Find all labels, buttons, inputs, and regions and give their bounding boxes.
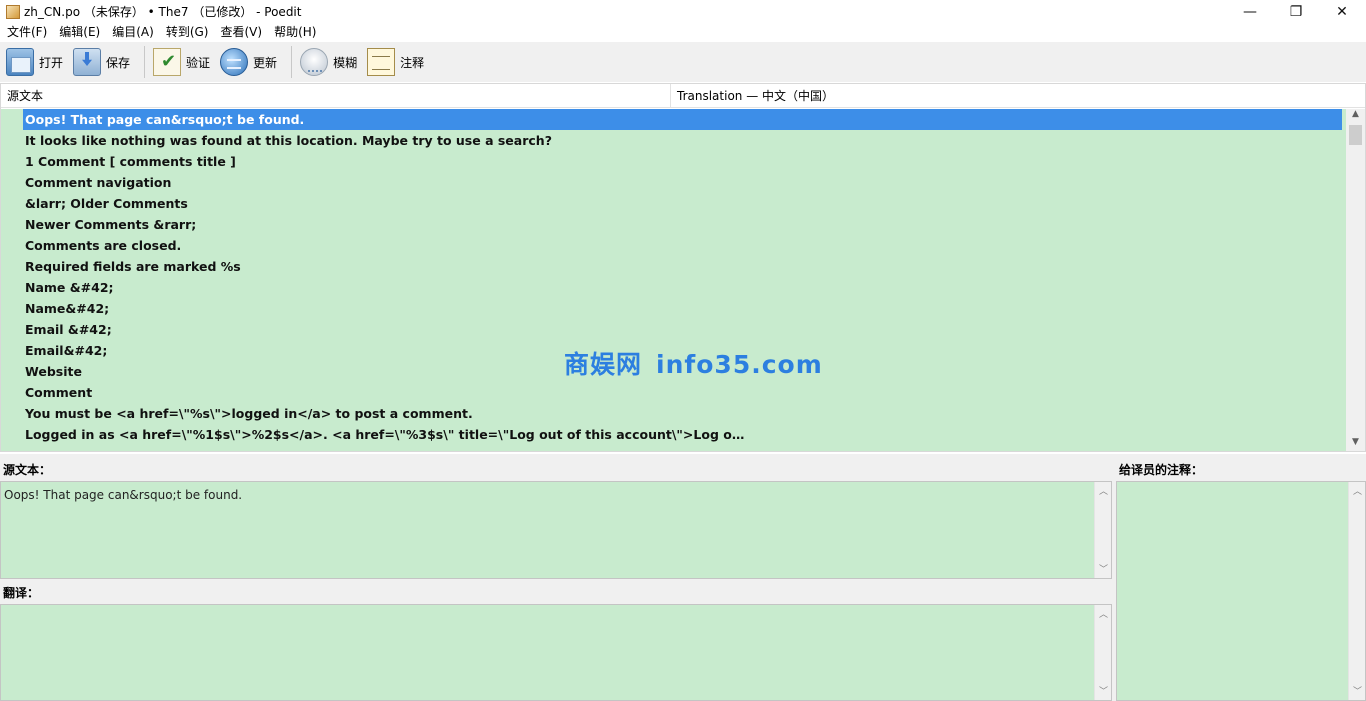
toolbar-separator xyxy=(144,46,146,78)
watermark-domain: info35.com xyxy=(656,350,823,379)
list-item[interactable]: You must be <a href=\"%s\">logged in</a>… xyxy=(1,403,1346,424)
save-label: 保存 xyxy=(106,55,131,70)
editor-panel: 源文本： Oops! That page can&rsquo;t be foun… xyxy=(0,454,1366,701)
restore-button[interactable]: ❐ xyxy=(1273,0,1319,23)
window-title: zh_CN.po （未保存） • The7 （已修改） - Poedit xyxy=(24,5,302,19)
list-item[interactable]: Newer Comments &rarr; xyxy=(1,214,1346,235)
scroll-down-icon[interactable]: ▼ xyxy=(1346,437,1365,451)
translation-content xyxy=(1,605,1111,617)
open-file-icon xyxy=(6,48,34,76)
source-text-content: Oops! That page can&rsquo;t be found. xyxy=(4,488,243,502)
list-item[interactable]: Name&#42; xyxy=(1,298,1346,319)
translation-scrollbar[interactable]: ︿ ﹀ xyxy=(1094,605,1111,700)
toolbar: 打开 保存 验证 更新 模糊 注释 xyxy=(0,42,1366,82)
menu-bar: 文件(F) 编辑(E) 编目(A) 转到(G) 查看(V) 帮助(H) xyxy=(0,23,1366,42)
update-label: 更新 xyxy=(253,55,278,70)
chevron-down-icon[interactable]: ﹀ xyxy=(1095,684,1112,698)
validate-check-icon xyxy=(153,48,182,76)
menu-file[interactable]: 文件(F) xyxy=(2,23,54,42)
comment-notepad-icon xyxy=(367,48,396,76)
save-button[interactable]: 保存 xyxy=(71,44,136,80)
open-button[interactable]: 打开 xyxy=(4,44,69,80)
list-item[interactable]: Logged in as <a href=\"%1$s\">%2$s</a>. … xyxy=(1,424,1346,445)
menu-help[interactable]: 帮助(H) xyxy=(269,23,323,42)
column-header-source[interactable]: 源文本 xyxy=(1,84,671,108)
translator-notes-label: 给译员的注释： xyxy=(1119,463,1204,477)
update-globe-icon xyxy=(220,48,249,76)
title-bar: zh_CN.po （未保存） • The7 （已修改） - Poedit — ❐… xyxy=(0,0,1366,23)
comment-button[interactable]: 注释 xyxy=(365,44,430,80)
minimize-button[interactable]: — xyxy=(1227,0,1273,23)
chevron-up-icon[interactable]: ︿ xyxy=(1095,484,1112,498)
list-scrollbar[interactable]: ▲ ▼ xyxy=(1346,109,1365,451)
source-text-area[interactable]: Oops! That page can&rsquo;t be found. ︿ … xyxy=(0,481,1112,579)
fuzzy-label: 模糊 xyxy=(333,55,358,70)
source-scrollbar[interactable]: ︿ ﹀ xyxy=(1094,482,1111,578)
watermark: 商娱网 info35.com xyxy=(564,345,823,381)
watermark-name: 商娱网 xyxy=(564,350,643,379)
list-body: Oops! That page can&rsquo;t be found. It… xyxy=(1,109,1346,451)
fuzzy-button[interactable]: 模糊 xyxy=(298,44,363,80)
chevron-down-icon[interactable]: ﹀ xyxy=(1349,684,1366,698)
strings-list: 源文本 Translation — 中文（中国） Oops! That page… xyxy=(0,83,1366,452)
list-item[interactable]: Comment navigation xyxy=(1,172,1346,193)
list-item-selected[interactable]: Oops! That page can&rsquo;t be found. xyxy=(23,109,1342,130)
chevron-up-icon[interactable]: ︿ xyxy=(1349,484,1366,498)
list-item[interactable]: It looks like nothing was found at this … xyxy=(1,130,1346,151)
chevron-down-icon[interactable]: ﹀ xyxy=(1095,562,1112,576)
source-text-label: 源文本： xyxy=(3,463,52,477)
fuzzy-cloud-icon xyxy=(300,48,329,76)
scroll-up-icon[interactable]: ▲ xyxy=(1346,109,1365,123)
translator-notes-area[interactable]: ︿ ﹀ xyxy=(1116,481,1366,701)
poedit-app-icon xyxy=(6,4,20,19)
notes-scrollbar[interactable]: ︿ ﹀ xyxy=(1348,482,1365,700)
list-item[interactable]: &larr; Older Comments xyxy=(1,193,1346,214)
menu-catalog[interactable]: 编目(A) xyxy=(107,23,161,42)
list-item[interactable]: Name &#42; xyxy=(1,277,1346,298)
chevron-up-icon[interactable]: ︿ xyxy=(1095,607,1112,621)
list-item[interactable]: Comments are closed. xyxy=(1,235,1346,256)
translation-label: 翻译： xyxy=(3,586,40,600)
menu-edit[interactable]: 编辑(E) xyxy=(54,23,107,42)
toolbar-separator xyxy=(291,46,293,78)
column-header-translation[interactable]: Translation — 中文（中国） xyxy=(671,84,1365,108)
list-item[interactable]: Required fields are marked %s xyxy=(1,256,1346,277)
validate-label: 验证 xyxy=(186,55,211,70)
list-header: 源文本 Translation — 中文（中国） xyxy=(1,84,1365,108)
save-icon xyxy=(73,48,102,76)
comment-label: 注释 xyxy=(400,55,425,70)
list-item[interactable]: Comment xyxy=(1,382,1346,403)
list-item[interactable]: 1 Comment [ comments title ] xyxy=(1,151,1346,172)
translation-input[interactable]: ︿ ﹀ xyxy=(0,604,1112,701)
scrollbar-thumb[interactable] xyxy=(1349,125,1362,145)
close-window-button[interactable]: ✕ xyxy=(1319,0,1365,23)
menu-goto[interactable]: 转到(G) xyxy=(161,23,216,42)
menu-view[interactable]: 查看(V) xyxy=(215,23,269,42)
update-button[interactable]: 更新 xyxy=(218,44,283,80)
open-label: 打开 xyxy=(39,55,64,70)
validate-button[interactable]: 验证 xyxy=(151,44,216,80)
list-item[interactable]: Email &#42; xyxy=(1,319,1346,340)
